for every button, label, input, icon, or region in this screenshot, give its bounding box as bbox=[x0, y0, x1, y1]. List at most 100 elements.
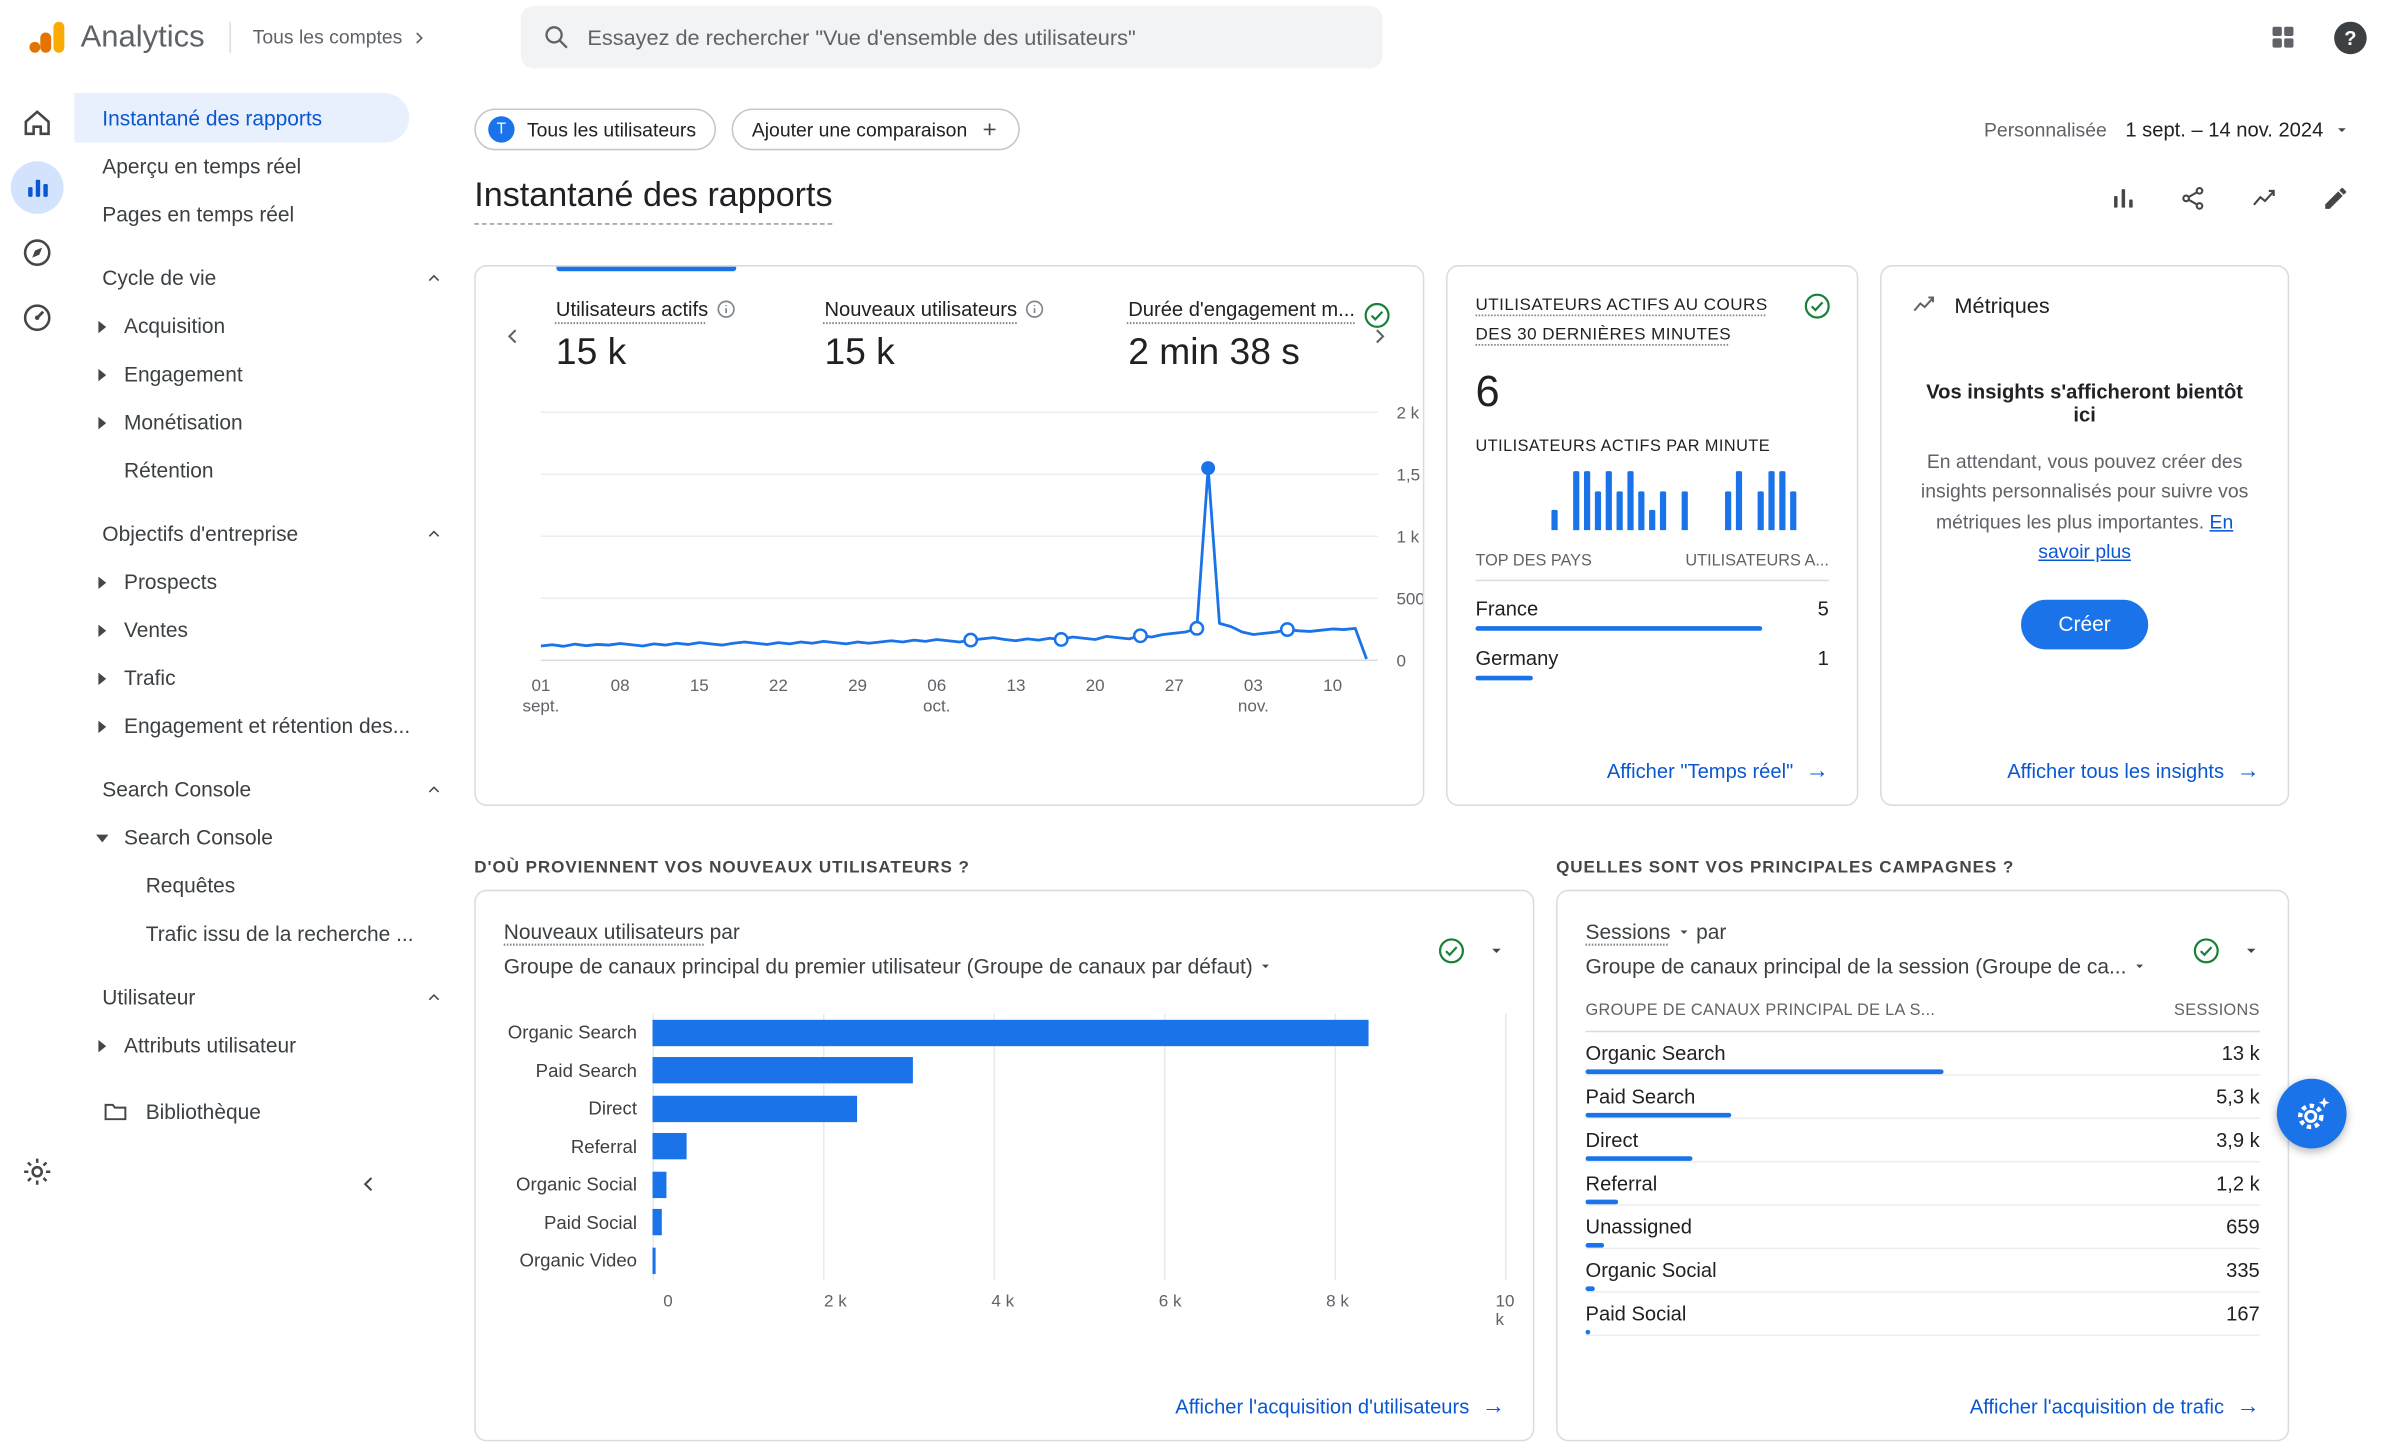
explore-icon[interactable] bbox=[11, 226, 64, 279]
data-quality-check-icon[interactable] bbox=[1803, 291, 1832, 320]
view-all-insights-link[interactable]: Afficher tous les insights→ bbox=[2007, 759, 2260, 782]
data-quality-check-icon[interactable] bbox=[1437, 936, 1466, 965]
add-comparison-chip[interactable]: Ajouter une comparaison bbox=[732, 108, 1020, 150]
dimension-name[interactable]: Groupe de canaux principal du premier ut… bbox=[504, 954, 1253, 977]
reports-icon[interactable] bbox=[11, 161, 64, 214]
arrow-right-icon: → bbox=[2237, 759, 2260, 782]
settings-gear-icon[interactable] bbox=[20, 1155, 54, 1194]
minute-bar bbox=[1758, 491, 1764, 530]
active-users-line-chart: 2 k1,5 k1 k500001sept.0815222906oct.1320… bbox=[516, 397, 1423, 727]
data-quality-check-icon[interactable] bbox=[1362, 301, 1391, 330]
folder-icon bbox=[102, 1099, 128, 1125]
info-icon[interactable] bbox=[716, 299, 736, 319]
nav-item-retention[interactable]: Rétention bbox=[74, 446, 461, 494]
share-icon[interactable] bbox=[2179, 184, 2207, 212]
minute-bar bbox=[1551, 509, 1557, 529]
nav-item-library[interactable]: Bibliothèque bbox=[74, 1088, 461, 1136]
nav-item-engagement[interactable]: Engagement bbox=[74, 350, 461, 398]
collapse-nav-button[interactable] bbox=[356, 1172, 381, 1201]
channel-bar-row bbox=[653, 1166, 1505, 1204]
insights-sparkline-icon bbox=[1909, 291, 1938, 317]
card-header: Sessions par Groupe de canaux principal … bbox=[1558, 891, 2288, 983]
account-switcher[interactable]: Tous les comptes bbox=[253, 26, 429, 48]
nav-item-acquisition[interactable]: Acquisition bbox=[74, 302, 461, 350]
analytics-logo-icon[interactable] bbox=[28, 17, 68, 57]
realtime-per-minute-label: UTILISATEURS ACTIFS PAR MINUTE bbox=[1476, 436, 1829, 455]
view-realtime-link[interactable]: Afficher "Temps réel"→ bbox=[1607, 759, 1829, 782]
nav-item-requetes[interactable]: Requêtes bbox=[74, 862, 461, 910]
channel-bar-row bbox=[653, 1052, 1505, 1090]
audience-chip[interactable]: T Tous les utilisateurs bbox=[474, 108, 716, 150]
channel-label: Referral bbox=[504, 1128, 637, 1166]
summary-cards-row: Utilisateurs actifs 15 k Nouveaux utilis… bbox=[474, 265, 2289, 806]
caret-down-icon[interactable] bbox=[1676, 921, 1690, 944]
minute-bar bbox=[1584, 470, 1590, 529]
info-icon[interactable] bbox=[1025, 299, 1045, 319]
sessions-table-row: Organic Search 13 k bbox=[1586, 1033, 2260, 1076]
nav-item-realtime-pages[interactable]: Pages en temps réel bbox=[74, 191, 409, 239]
metric-tab-active-users[interactable]: Utilisateurs actifs 15 k bbox=[556, 298, 803, 375]
metric-name[interactable]: Sessions bbox=[1586, 921, 1671, 944]
view-traffic-acquisition-link[interactable]: Afficher l'acquisition de trafic→ bbox=[1970, 1395, 2260, 1418]
nav-item-prospects[interactable]: Prospects bbox=[74, 558, 461, 606]
edit-pencil-icon[interactable] bbox=[2322, 184, 2350, 212]
nav-item-engagement-retention[interactable]: Engagement et rétention des... bbox=[74, 702, 461, 750]
chart-compare-icon[interactable] bbox=[2109, 184, 2137, 212]
nav-section-search-console[interactable]: Search Console bbox=[74, 766, 461, 814]
svg-text:nov.: nov. bbox=[1238, 696, 1269, 715]
chevron-up-icon bbox=[425, 525, 444, 544]
ai-settings-fab[interactable] bbox=[2277, 1079, 2347, 1149]
sessions-table-row: Organic Social 335 bbox=[1586, 1250, 2260, 1293]
chart-options-caret[interactable] bbox=[1488, 942, 1505, 959]
minute-bar bbox=[1682, 491, 1688, 530]
nav-item-trafic-recherche[interactable]: Trafic issu de la recherche ... bbox=[74, 910, 461, 958]
chart-options-caret[interactable] bbox=[2243, 942, 2260, 959]
caret-down-icon[interactable] bbox=[2132, 954, 2146, 977]
date-range-picker[interactable]: 1 sept. – 14 nov. 2024 bbox=[2125, 118, 2349, 141]
dimension-name[interactable]: Groupe de canaux principal de la session… bbox=[1586, 954, 2127, 977]
accounts-label: Tous les comptes bbox=[253, 26, 403, 48]
svg-text:oct.: oct. bbox=[923, 696, 950, 715]
carousel-prev-button[interactable] bbox=[491, 315, 534, 358]
date-mode-label: Personnalisée bbox=[1984, 119, 2107, 141]
channel-bar bbox=[653, 1210, 662, 1236]
nav-item-user-attributes[interactable]: Attributs utilisateur bbox=[74, 1021, 461, 1069]
caret-down-icon[interactable] bbox=[1259, 954, 1273, 977]
nav-item-ventes[interactable]: Ventes bbox=[74, 606, 461, 654]
insights-headline: Vos insights s'afficheront bientôt ici bbox=[1919, 380, 2251, 426]
advertising-icon[interactable] bbox=[11, 291, 64, 344]
home-icon[interactable] bbox=[11, 96, 64, 149]
help-icon[interactable]: ? bbox=[2334, 21, 2367, 54]
nav-item-search-console[interactable]: Search Console bbox=[74, 814, 461, 862]
channel-bar-row bbox=[653, 1128, 1505, 1166]
topbar: Analytics Tous les comptes ? bbox=[0, 0, 2407, 74]
sessions-col-header: SESSIONS bbox=[2174, 1002, 2260, 1021]
nav-section-user[interactable]: Utilisateur bbox=[74, 973, 461, 1021]
search-input[interactable] bbox=[587, 25, 1360, 50]
metric-tab-engagement-time[interactable]: Durée d'engagement m... 2 min 38 s bbox=[1128, 298, 1358, 375]
minute-bar bbox=[1627, 470, 1633, 529]
nav-section-business-objectives[interactable]: Objectifs d'entreprise bbox=[74, 510, 461, 558]
insights-icon[interactable] bbox=[2249, 184, 2280, 212]
svg-text:15: 15 bbox=[690, 676, 709, 695]
nav-item-realtime-overview[interactable]: Aperçu en temps réel bbox=[74, 143, 409, 191]
channel-col-header: GROUPE DE CANAUX PRINCIPAL DE LA S... bbox=[1586, 1002, 1936, 1021]
insights-header: Métriques bbox=[1882, 267, 2288, 343]
view-user-acquisition-link[interactable]: Afficher l'acquisition d'utilisateurs→ bbox=[1175, 1395, 1505, 1418]
apps-grid-icon[interactable] bbox=[2269, 23, 2297, 51]
create-insight-button[interactable]: Créer bbox=[2021, 599, 2148, 649]
card-header: Nouveaux utilisateurs par Groupe de cana… bbox=[476, 891, 1533, 983]
card-title: Sessions par Groupe de canaux principal … bbox=[1586, 916, 2147, 983]
nav-item-monetisation[interactable]: Monétisation bbox=[74, 398, 461, 446]
svg-text:06: 06 bbox=[927, 676, 946, 695]
per-minute-bar-chart bbox=[1476, 467, 1829, 529]
nav-section-lifecycle[interactable]: Cycle de vie bbox=[74, 254, 461, 302]
data-quality-check-icon[interactable] bbox=[2192, 936, 2221, 965]
metric-name[interactable]: Nouveaux utilisateurs bbox=[504, 921, 704, 944]
channels-bar-chart: Organic SearchPaid SearchDirectReferralO… bbox=[504, 1014, 1505, 1281]
metric-tab-new-users[interactable]: Nouveaux utilisateurs 15 k bbox=[824, 298, 1106, 375]
nav-item-trafic[interactable]: Trafic bbox=[74, 654, 461, 702]
acquisition-section-title: D'OÙ PROVIENNENT VOS NOUVEAUX UTILISATEU… bbox=[474, 859, 970, 878]
nav-item-snapshot[interactable]: Instantané des rapports bbox=[74, 93, 409, 143]
search-bar[interactable] bbox=[521, 6, 1383, 68]
